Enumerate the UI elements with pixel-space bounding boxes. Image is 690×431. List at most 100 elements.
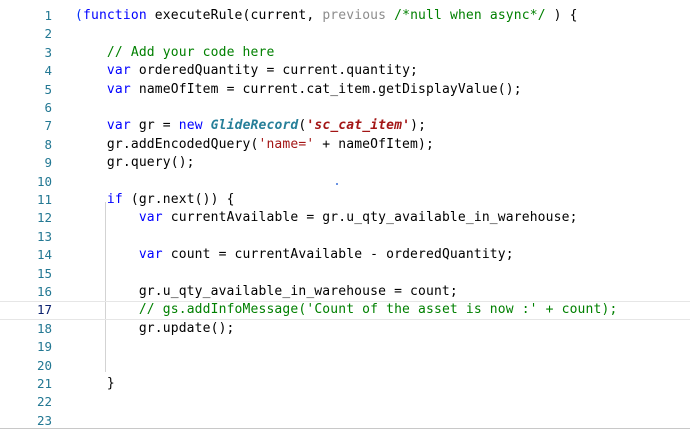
code-token: if (106, 192, 123, 207)
code-line[interactable]: 22 (0, 393, 690, 411)
code-token: } (75, 376, 115, 391)
code-text: gr.query(); (75, 154, 195, 172)
code-line[interactable]: 13 (0, 228, 690, 246)
line-number: 6 (44, 100, 52, 115)
code-line[interactable]: 8 gr.addEncodedQuery('name=' + nameOfIte… (0, 136, 690, 154)
line-number: 1 (44, 8, 52, 23)
code-line[interactable]: 20 (0, 357, 690, 375)
code-token: ( (75, 8, 83, 23)
code-token: count = currentAvailable - orderedQuanti… (162, 247, 514, 263)
line-number: 2 (44, 26, 52, 42)
code-line[interactable]: 4 var orderedQuantity = current.quantity… (0, 62, 690, 80)
line-number: 19 (36, 339, 52, 355)
code-text: var nameOfItem = current.cat_item.getDis… (75, 81, 522, 99)
line-number: 15 (36, 265, 52, 281)
code-editor[interactable]: 1 (function executeRule(current, previous… (0, 0, 690, 431)
line-number: 11 (36, 192, 52, 207)
line-number: 23 (36, 412, 52, 428)
code-token: orderedQuantity = current.quantity; (130, 63, 419, 79)
code-line[interactable]: 23 (0, 412, 690, 430)
code-token: gr.update(); (75, 320, 235, 336)
line-number: 9 (44, 155, 52, 171)
line-number: 5 (44, 81, 52, 97)
code-token: executeRule(current, (146, 8, 323, 23)
code-token: (gr.next()) { (122, 192, 235, 207)
code-token: var (138, 210, 163, 226)
code-text: if (gr.next()) { (75, 191, 235, 209)
code-line[interactable]: 21 } (0, 375, 690, 393)
code-line[interactable]: 10 (0, 173, 690, 191)
line-number: 18 (36, 320, 52, 336)
line-number: 16 (36, 284, 52, 299)
code-line[interactable]: 16 gr.u_qty_available_in_warehouse = cou… (0, 283, 690, 301)
line-number: 21 (36, 376, 52, 391)
code-text: } (75, 375, 115, 393)
code-line[interactable]: 14 var count = currentAvailable - ordere… (0, 246, 690, 264)
code-text: var gr = new GlideRecord('sc_cat_item'); (75, 117, 426, 135)
line-number: 10 (36, 173, 52, 189)
code-line[interactable]: 19 (0, 338, 690, 356)
code-token: 'sc_cat_item' (306, 118, 411, 134)
code-token: ); (410, 118, 427, 134)
code-token: // gs.addInfoMessage('Count of the asset… (138, 302, 618, 318)
code-line[interactable]: 12 var currentAvailable = gr.u_qty_avail… (0, 209, 690, 227)
code-text: // Add your code here (75, 44, 274, 62)
code-token: var (106, 118, 131, 134)
line-number: 17 (36, 302, 52, 318)
code-line[interactable]: 5 var nameOfItem = current.cat_item.getD… (0, 81, 690, 99)
code-line[interactable]: 2 (0, 25, 690, 43)
line-number: 8 (44, 136, 52, 152)
code-line[interactable]: 6 (0, 99, 690, 117)
code-line[interactable]: 15 (0, 265, 690, 283)
code-text: gr.update(); (75, 320, 235, 338)
code-token: /*null when async*/ (394, 8, 546, 23)
code-token: gr.query(); (75, 155, 195, 171)
line-number: 14 (36, 247, 52, 263)
code-text: (function executeRule(current, previous … (75, 7, 578, 25)
code-line[interactable]: 18 gr.update(); (0, 320, 690, 338)
code-token: function (82, 8, 147, 23)
code-token: previous (322, 8, 387, 23)
code-line[interactable]: 1 (function executeRule(current, previous… (0, 7, 690, 25)
code-text: // gs.addInfoMessage('Count of the asset… (75, 302, 617, 318)
code-text: var currentAvailable = gr.u_qty_availabl… (75, 209, 578, 227)
code-text: var count = currentAvailable - orderedQu… (75, 246, 514, 264)
line-number: 12 (36, 210, 52, 226)
code-token: gr.addEncodedQuery( (75, 136, 259, 152)
code-token: GlideRecord (210, 118, 299, 134)
code-token: var (106, 81, 131, 97)
line-number: 7 (44, 118, 52, 134)
code-line[interactable]: 9 gr.query(); (0, 154, 690, 172)
line-number: 3 (44, 44, 52, 60)
code-token: 'name=' (258, 136, 315, 152)
line-number: 13 (36, 228, 52, 244)
line-number: 20 (36, 357, 52, 373)
code-line[interactable]: 11 if (gr.next()) { (0, 191, 690, 209)
code-text: gr.u_qty_available_in_warehouse = count; (75, 283, 458, 301)
code-line[interactable]: 3 // Add your code here (0, 44, 690, 62)
code-text: var orderedQuantity = current.quantity; (75, 62, 418, 80)
code-token: + nameOfItem); (314, 136, 434, 152)
code-token: new (178, 118, 203, 134)
code-line[interactable]: 7 var gr = new GlideRecord('sc_cat_item'… (0, 117, 690, 135)
code-token: nameOfItem = current.cat_item.getDisplay… (130, 81, 522, 97)
code-token: gr.u_qty_available_in_warehouse = count; (75, 284, 458, 299)
code-token: ) { (545, 8, 578, 23)
code-token: var (138, 247, 163, 263)
code-token: // Add your code here (106, 44, 275, 60)
code-token: var (106, 63, 131, 79)
line-number: 22 (36, 394, 52, 410)
code-text: gr.addEncodedQuery('name=' + nameOfItem)… (75, 136, 434, 154)
code-line[interactable]: 17 // gs.addInfoMessage('Count of the as… (0, 301, 690, 320)
line-number: 4 (44, 63, 52, 79)
